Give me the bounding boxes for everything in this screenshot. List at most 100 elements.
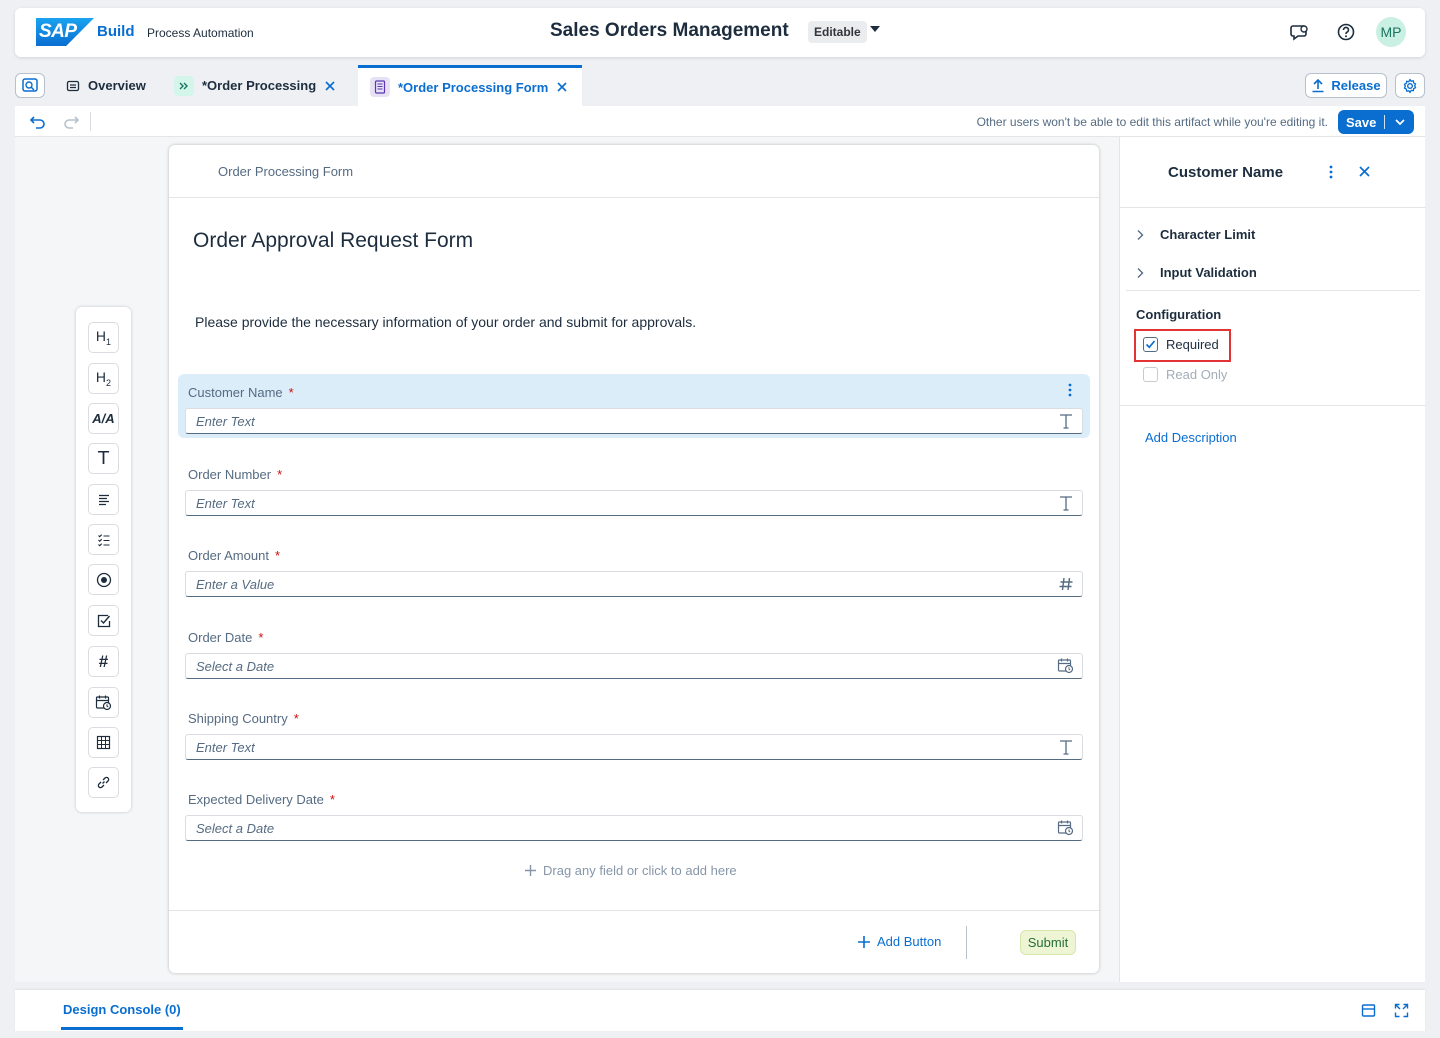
calendar-icon[interactable] xyxy=(1057,657,1074,674)
readonly-checkbox xyxy=(1143,367,1158,382)
text-icon xyxy=(1058,412,1074,430)
release-button[interactable]: Release xyxy=(1305,73,1387,98)
footer-divider xyxy=(966,926,967,959)
settings-button[interactable] xyxy=(1395,73,1425,98)
section-input-validation[interactable]: Input Validation xyxy=(1136,265,1257,280)
submit-button[interactable]: Submit xyxy=(1020,930,1076,955)
table-icon xyxy=(96,735,111,750)
save-button[interactable]: Save xyxy=(1338,110,1414,134)
field-expected-delivery-date[interactable]: Expected Delivery Date * Select a Date xyxy=(178,781,1090,845)
required-checkbox-row[interactable]: Required xyxy=(1143,337,1219,352)
text-input[interactable]: Enter Text xyxy=(185,408,1083,434)
text-style-icon: A/A xyxy=(92,411,115,426)
add-button[interactable]: Add Button xyxy=(857,934,941,949)
undo-icon[interactable] xyxy=(29,113,47,131)
field-order-amount[interactable]: Order Amount * Enter a Value xyxy=(178,537,1090,601)
tab-order-processing[interactable]: *Order Processing xyxy=(166,65,351,106)
sap-logo[interactable]: SAP xyxy=(36,18,94,46)
chevron-down-icon[interactable] xyxy=(1394,117,1406,127)
form-icon xyxy=(370,77,390,97)
configuration-heading: Configuration xyxy=(1136,307,1222,322)
input-placeholder: Select a Date xyxy=(196,659,275,674)
section-character-limit[interactable]: Character Limit xyxy=(1136,227,1255,242)
text-icon xyxy=(1058,494,1074,512)
design-console-tab[interactable]: Design Console (0) xyxy=(63,1002,181,1017)
radio-tool[interactable] xyxy=(88,564,119,595)
avatar[interactable]: MP xyxy=(1376,17,1406,47)
more-options-icon[interactable] xyxy=(1068,383,1072,397)
date-tool[interactable] xyxy=(88,687,119,718)
heading2-tool[interactable]: H2 xyxy=(88,363,119,394)
table-tool[interactable] xyxy=(88,727,119,758)
product-name: Build xyxy=(97,23,135,40)
field-order-date[interactable]: Order Date * Select a Date xyxy=(178,619,1090,683)
input-placeholder: Enter Text xyxy=(196,740,255,755)
number-input[interactable]: Enter a Value xyxy=(185,571,1083,597)
overview-icon xyxy=(66,79,80,93)
field-label: Shipping Country xyxy=(188,711,288,726)
save-divider xyxy=(1384,115,1386,129)
search-artifacts-button[interactable] xyxy=(15,73,45,98)
chevron-right-icon xyxy=(1136,229,1144,241)
required-checkbox[interactable] xyxy=(1143,337,1158,352)
heading2-icon: H2 xyxy=(95,369,112,388)
checkbox-tool[interactable] xyxy=(88,605,119,636)
date-picker[interactable]: Select a Date xyxy=(185,815,1083,841)
upload-icon xyxy=(1311,78,1325,93)
field-order-number[interactable]: Order Number * Enter Text xyxy=(178,456,1090,520)
field-customer-name[interactable]: Customer Name * Enter Text xyxy=(178,374,1090,438)
panel-divider xyxy=(1120,405,1426,406)
paragraph-tool[interactable] xyxy=(88,484,119,515)
text-style-tool[interactable]: A/A xyxy=(88,403,119,434)
field-label: Order Number xyxy=(188,467,272,482)
required-marker: * xyxy=(293,711,299,726)
expand-icon[interactable] xyxy=(1394,1003,1409,1018)
radio-icon xyxy=(96,572,112,588)
form-title[interactable]: Order Approval Request Form xyxy=(193,229,473,253)
required-marker: * xyxy=(277,467,283,482)
tab-order-processing-form[interactable]: *Order Processing Form xyxy=(358,65,582,106)
heading1-tool[interactable]: H1 xyxy=(88,322,119,353)
input-placeholder: Select a Date xyxy=(196,821,275,836)
text-input[interactable]: Enter Text xyxy=(185,490,1083,516)
app-title: Sales Orders Management xyxy=(550,20,789,41)
required-marker: * xyxy=(288,385,294,400)
close-icon[interactable] xyxy=(324,80,336,92)
shell-bar: SAP Build Process Automation Sales Order… xyxy=(15,8,1425,57)
calendar-icon[interactable] xyxy=(1057,819,1074,836)
close-icon[interactable] xyxy=(1358,165,1371,178)
text-icon: T xyxy=(98,448,109,469)
field-label: Customer Name xyxy=(188,385,283,400)
text-input[interactable]: Enter Text xyxy=(185,734,1083,760)
properties-panel: Customer Name Character Limit Input Vali… xyxy=(1119,137,1426,982)
panel-title: Customer Name xyxy=(1168,164,1284,181)
required-marker: * xyxy=(329,792,335,807)
required-marker: * xyxy=(258,630,264,645)
link-tool[interactable] xyxy=(88,767,119,798)
input-placeholder: Enter Text xyxy=(196,496,255,511)
heading1-icon: H1 xyxy=(95,328,112,347)
form-canvas: Order Processing Form Order Approval Req… xyxy=(169,145,1099,973)
form-description[interactable]: Please provide the necessary information… xyxy=(195,314,696,330)
field-shipping-country[interactable]: Shipping Country * Enter Text xyxy=(178,700,1090,764)
chevron-down-icon[interactable] xyxy=(870,26,880,32)
text-tool[interactable]: T xyxy=(88,443,119,474)
tab-overview[interactable]: Overview xyxy=(58,65,158,106)
help-icon[interactable] xyxy=(1335,21,1357,43)
more-options-icon[interactable] xyxy=(1329,165,1333,179)
field-label: Order Date xyxy=(188,630,253,645)
redo-icon[interactable] xyxy=(62,113,80,131)
number-tool[interactable]: # xyxy=(88,646,119,677)
feedback-icon[interactable] xyxy=(1289,21,1311,43)
checklist-tool[interactable] xyxy=(88,524,119,555)
close-icon[interactable] xyxy=(556,81,568,93)
add-description-link[interactable]: Add Description xyxy=(1145,430,1237,445)
number-icon: # xyxy=(98,651,109,671)
chevron-right-icon xyxy=(1136,267,1144,279)
panel-toggle-icon[interactable] xyxy=(1361,1003,1376,1018)
add-field-dropzone[interactable]: Drag any field or click to add here xyxy=(524,863,737,878)
date-picker[interactable]: Select a Date xyxy=(185,653,1083,679)
readonly-checkbox-row: Read Only xyxy=(1143,367,1227,382)
status-badge: Editable xyxy=(808,21,867,43)
toolbar-divider xyxy=(90,112,91,131)
